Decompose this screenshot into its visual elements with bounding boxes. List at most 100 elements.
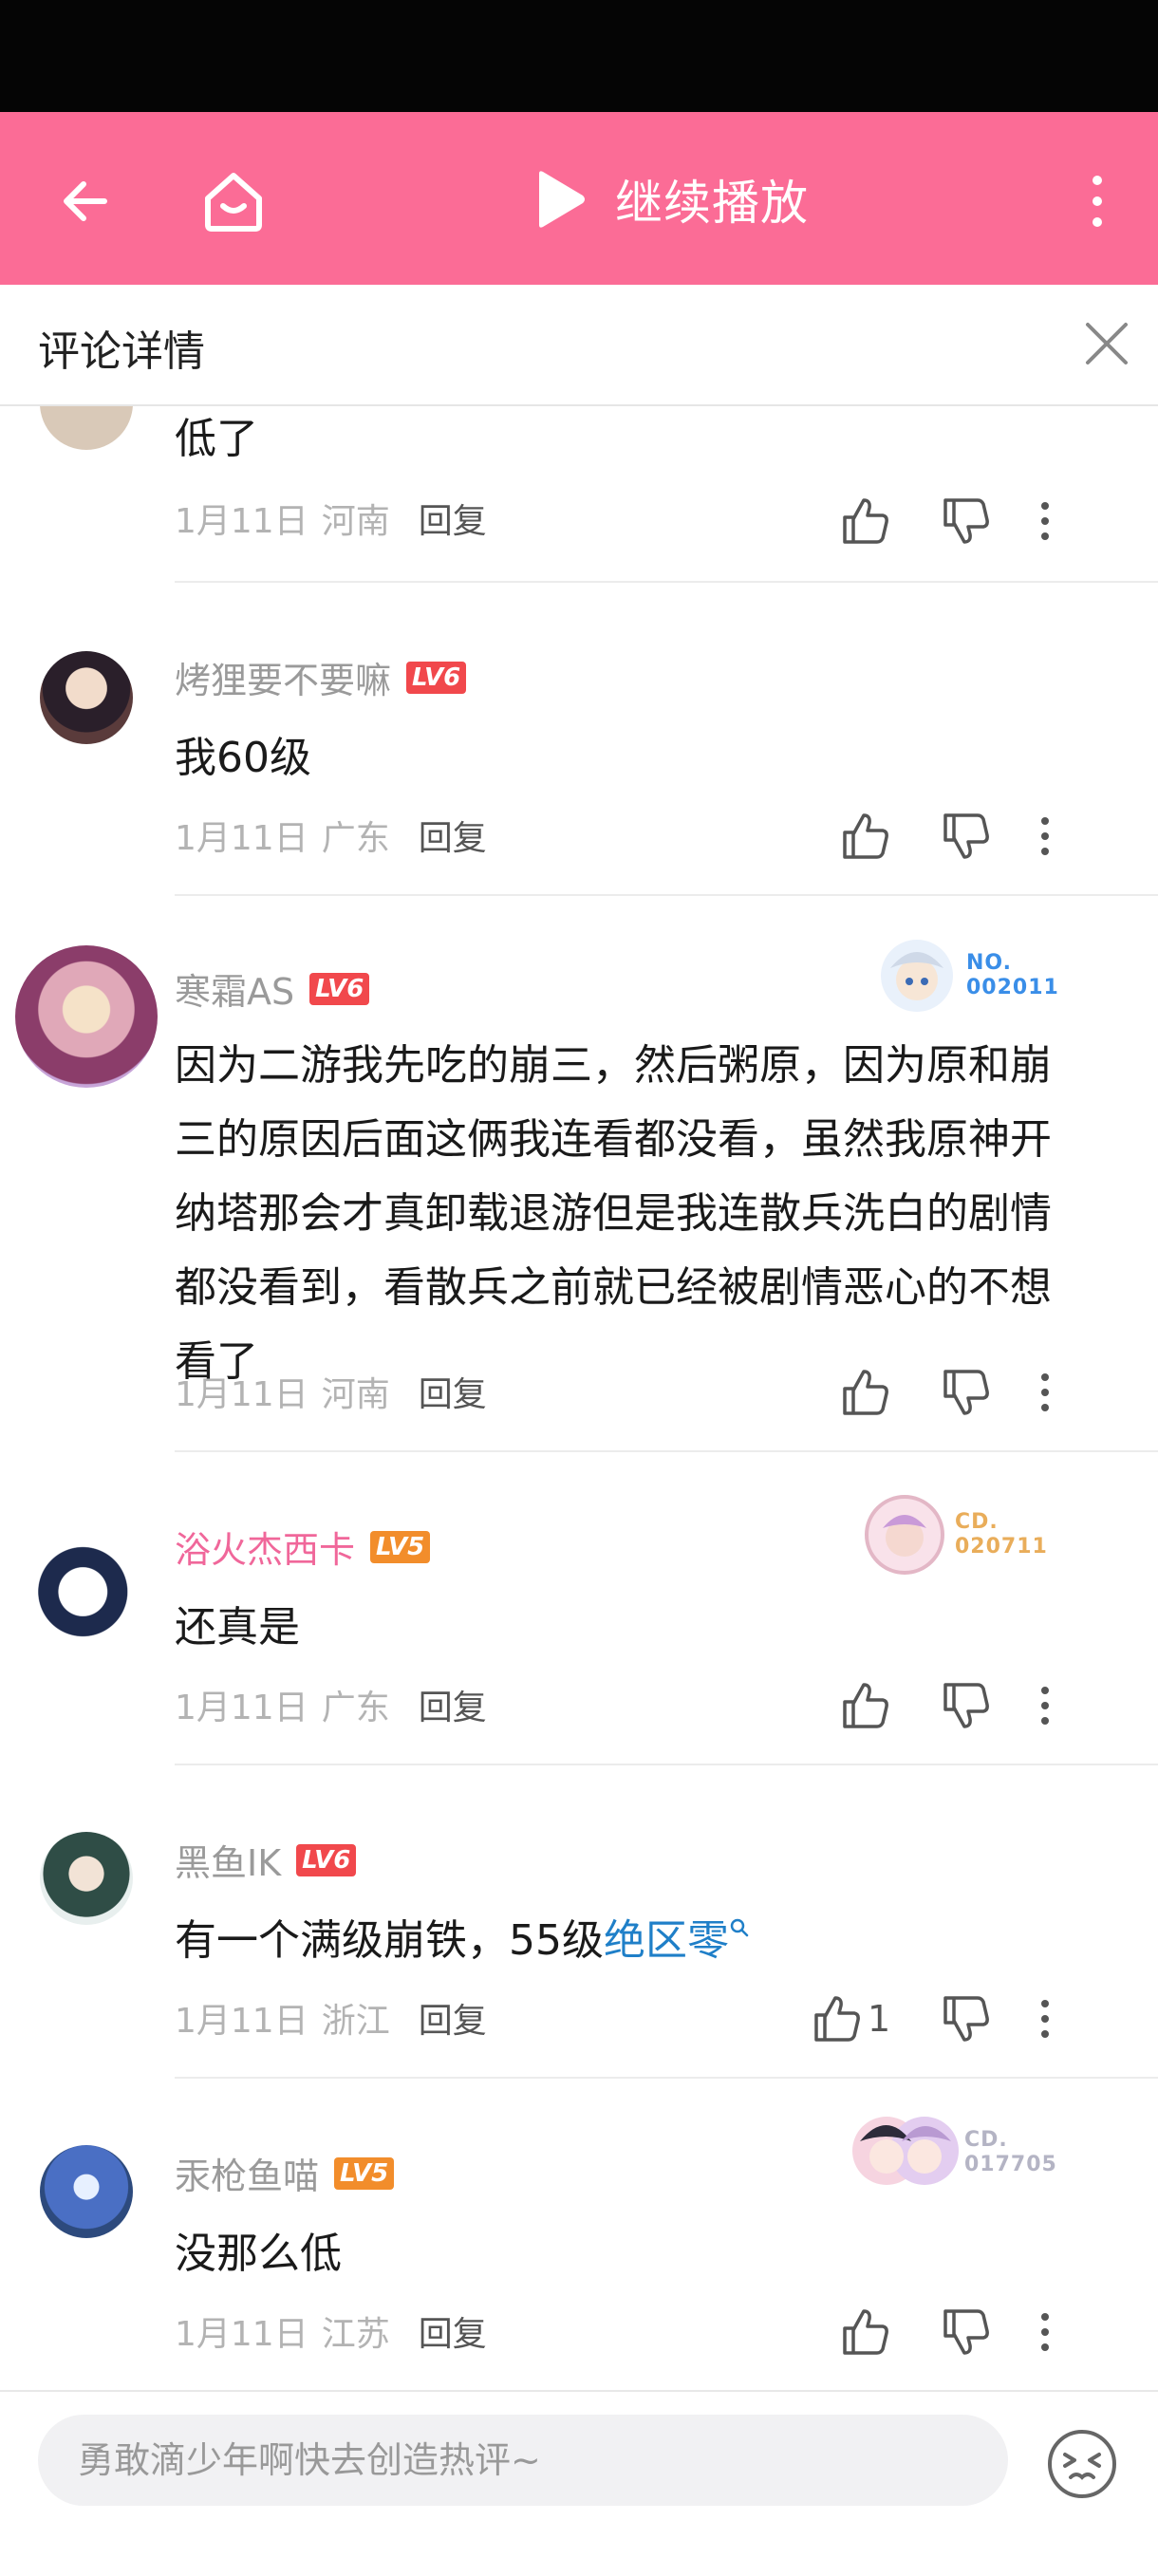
more-menu-button[interactable]	[1052, 156, 1143, 247]
reply-button[interactable]: 回复	[419, 811, 487, 860]
fan-badge[interactable]: CD. 020711	[864, 1494, 1048, 1576]
comment-text: 有一个满级崩铁，55级	[175, 1916, 604, 1965]
comment-region: 广东	[321, 1689, 390, 1727]
reply-button[interactable]: 回复	[419, 1680, 487, 1729]
dislike-button[interactable]	[942, 1672, 991, 1739]
like-button[interactable]	[841, 803, 890, 869]
avatar[interactable]	[40, 406, 133, 450]
comment-region: 河南	[321, 502, 390, 541]
avatar[interactable]	[40, 1832, 133, 1925]
search-link[interactable]: 绝区零	[604, 1916, 729, 1965]
home-button[interactable]	[188, 156, 279, 247]
user-name[interactable]: 汞枪鱼喵 LV5	[175, 2147, 395, 2199]
dislike-button[interactable]	[942, 803, 991, 869]
comment-more-button[interactable]	[1038, 803, 1052, 869]
comment-meta: 1月11日 江苏 回复	[175, 2306, 487, 2356]
badge-character-icon	[865, 1495, 944, 1575]
level-badge: LV5	[370, 1530, 431, 1563]
close-button[interactable]	[1071, 308, 1143, 380]
comment-content: 没那么低	[175, 2230, 342, 2278]
comment-actions	[835, 1359, 1158, 1426]
comment-date: 1月11日	[175, 1689, 308, 1727]
reply-button[interactable]: 回复	[419, 1367, 487, 1416]
comment-more-button[interactable]	[1038, 1672, 1052, 1739]
avatar[interactable]	[40, 651, 133, 744]
like-button[interactable]	[841, 1672, 890, 1739]
comment-content: 因为二游我先吃的崩三，然后粥原，因为原和崩三的原因后面这俩我连看都没看，虽然我原…	[175, 1041, 1052, 1386]
more-vertical-icon	[1093, 176, 1102, 227]
comment-more-button[interactable]	[1038, 1986, 1052, 2052]
level-badge: LV6	[296, 1843, 357, 1876]
user-name[interactable]: 烤狸要不要嘛 LV6	[175, 651, 467, 703]
divider	[175, 581, 1158, 583]
continue-play-label: 继续播放	[615, 176, 809, 231]
user-name-text: 黑鱼IK	[175, 1842, 282, 1884]
comment-region: 广东	[321, 819, 390, 858]
more-vertical-icon	[1041, 817, 1049, 855]
comment-list[interactable]: 低了 1月11日 河南 回复 烤狸要不要嘛 LV6 我60级 1月11日 广东 …	[0, 406, 1158, 2390]
comment-input-box[interactable]	[38, 2415, 1008, 2506]
reply-button[interactable]: 回复	[419, 1993, 487, 2043]
divider	[175, 894, 1158, 896]
thumbs-up-icon	[814, 1996, 860, 2042]
comment-content: 有一个满级崩铁，55级绝区零	[175, 1904, 1086, 1978]
comment-more-button[interactable]	[1038, 2299, 1052, 2365]
comment-date: 1月11日	[175, 2002, 308, 2041]
comment-date: 1月11日	[175, 1375, 308, 1414]
fan-badge[interactable]: NO. 002011	[877, 936, 1059, 1016]
dislike-button[interactable]	[942, 488, 991, 554]
thumbs-down-icon	[943, 1683, 989, 1728]
avatar[interactable]	[40, 2145, 133, 2238]
user-name[interactable]: 黑鱼IK LV6	[175, 1834, 357, 1886]
play-icon	[539, 171, 585, 228]
like-button[interactable]	[841, 488, 890, 554]
level-badge: LV5	[334, 2156, 395, 2190]
thumbs-up-icon	[843, 1370, 888, 1415]
badge-character-icon	[881, 940, 953, 1012]
dislike-button[interactable]	[942, 1986, 991, 2052]
fan-badge[interactable]: CD. 017705	[849, 2100, 1057, 2206]
thumbs-up-icon	[843, 2309, 888, 2355]
dislike-button[interactable]	[942, 2299, 991, 2365]
comment-more-button[interactable]	[1038, 1359, 1052, 1426]
user-name-text: 寒霜AS	[175, 971, 295, 1013]
comment-meta: 1月11日 广东 回复	[175, 811, 487, 860]
comment-date: 1月11日	[175, 819, 308, 858]
like-button[interactable]	[841, 1359, 890, 1426]
comment-more-button[interactable]	[1038, 488, 1052, 554]
thumbs-down-icon	[943, 2309, 989, 2355]
comment-actions: 1	[814, 1986, 1158, 2052]
thumbs-up-icon	[843, 498, 888, 544]
dislike-button[interactable]	[942, 1359, 991, 1426]
comment-actions	[835, 1672, 1158, 1739]
reply-button[interactable]: 回复	[419, 2306, 487, 2356]
comment-region: 浙江	[321, 2002, 390, 2041]
comment-actions	[835, 803, 1158, 869]
more-vertical-icon	[1041, 1373, 1049, 1411]
comment-region: 江苏	[321, 2315, 390, 2354]
user-name[interactable]: 浴火杰西卡 LV5	[175, 1521, 431, 1573]
emoji-icon[interactable]	[1046, 2428, 1118, 2500]
like-button[interactable]	[841, 2299, 890, 2365]
thumbs-down-icon	[943, 498, 989, 544]
comment-content: 还真是	[175, 1603, 300, 1652]
avatar[interactable]	[34, 1538, 142, 1646]
more-vertical-icon	[1041, 2313, 1049, 2351]
comment-input[interactable]	[76, 2438, 972, 2482]
comment-date: 1月11日	[175, 502, 308, 541]
comment-content: 低了	[175, 415, 258, 463]
level-badge: LV6	[406, 661, 467, 694]
user-name-text: 汞枪鱼喵	[175, 2156, 320, 2197]
reply-button[interactable]: 回复	[419, 494, 487, 543]
thumbs-down-icon	[943, 1370, 989, 1415]
badge-character-icon	[852, 2117, 959, 2185]
more-vertical-icon	[1041, 1687, 1049, 1725]
avatar[interactable]	[15, 945, 158, 1088]
back-arrow-icon	[64, 181, 107, 221]
user-name[interactable]: 寒霜AS LV6	[175, 962, 370, 1015]
like-button[interactable]: 1	[812, 1986, 890, 2052]
divider	[175, 1450, 1158, 1452]
thumbs-up-icon	[843, 1683, 888, 1728]
back-button[interactable]	[40, 156, 131, 247]
continue-play-button[interactable]: 继续播放	[532, 159, 809, 239]
